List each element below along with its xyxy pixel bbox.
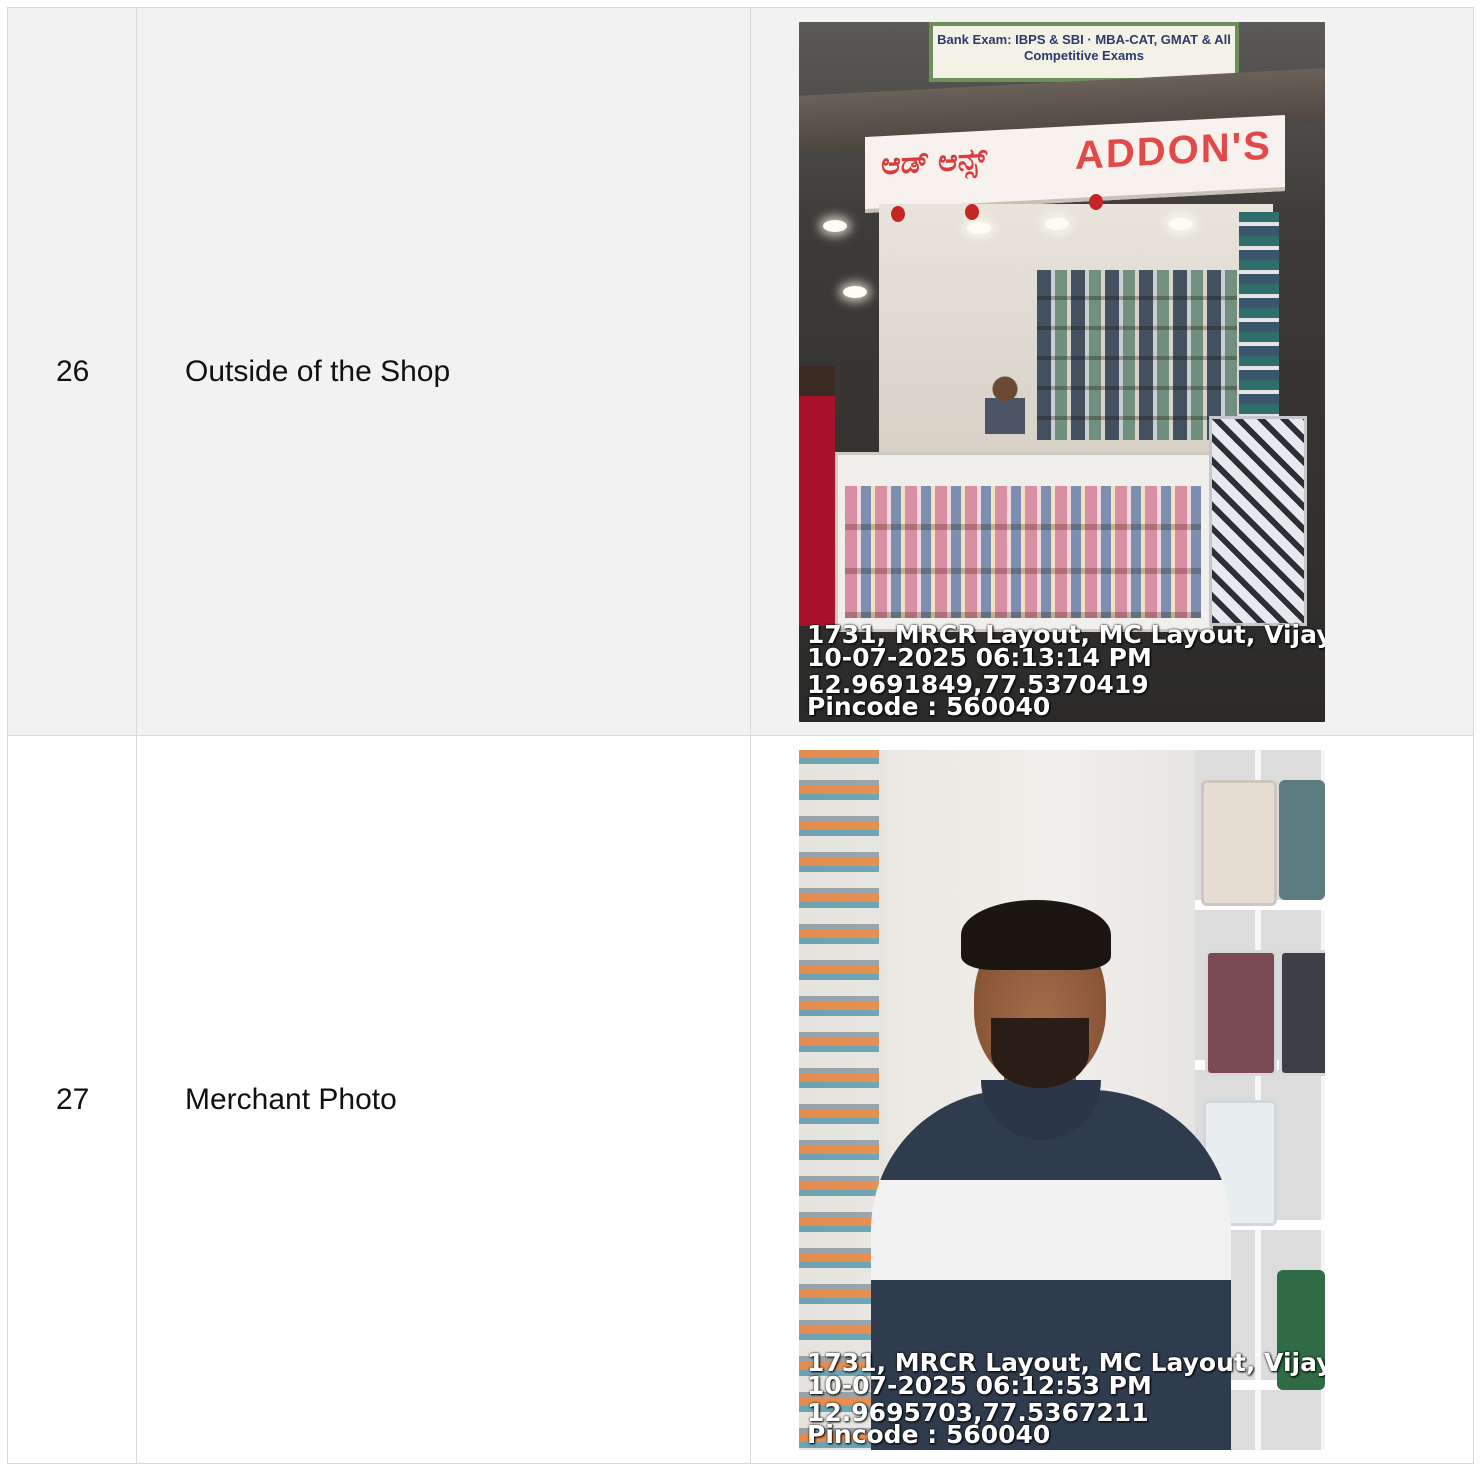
merchant-beard	[991, 1017, 1089, 1088]
sign-english-text: ADDON'S	[1075, 123, 1272, 178]
phone-case-pack	[1205, 949, 1277, 1076]
counter-phone-cases	[845, 485, 1201, 618]
phone-case-rack	[1037, 269, 1237, 440]
shopkeeper-figure	[985, 373, 1025, 434]
phone-case-pack	[1279, 949, 1325, 1076]
photo-cell: Bank Exam: IBPS & SBI · MBA-CAT, GMAT & …	[750, 7, 1474, 736]
customer-figure	[799, 365, 835, 626]
photo-report-table: 26 Outside of the Shop Bank Exam: IBPS &…	[7, 7, 1474, 1464]
coaching-banner: Bank Exam: IBPS & SBI · MBA-CAT, GMAT & …	[929, 21, 1239, 82]
phone-case-pack	[1279, 779, 1325, 900]
merchant-hair	[961, 899, 1111, 970]
ceiling-lamp	[967, 221, 991, 234]
table-row: 27 Merchant Photo 1731, MRCR Layout, MC …	[7, 735, 1474, 1464]
geotag-overlay: 1731, MRCR Layout, MC Layout, Vijayanaga…	[807, 1350, 1325, 1447]
red-lantern	[965, 203, 979, 220]
table-row: 26 Outside of the Shop Bank Exam: IBPS &…	[7, 7, 1474, 736]
phone-case-pack	[1201, 779, 1277, 906]
ceiling-lamp	[1045, 217, 1069, 230]
left-shelf	[799, 749, 879, 1450]
photo-cell: 1731, MRCR Layout, MC Layout, Vijayanaga…	[750, 735, 1474, 1464]
red-lantern	[891, 205, 905, 222]
ceiling-lamp	[823, 219, 847, 232]
merchant-photo: 1731, MRCR Layout, MC Layout, Vijayanaga…	[799, 749, 1325, 1450]
row-label: Outside of the Shop	[136, 7, 751, 736]
shop-front-photo: Bank Exam: IBPS & SBI · MBA-CAT, GMAT & …	[799, 21, 1325, 722]
accessory-display-board	[1209, 415, 1307, 626]
row-label: Merchant Photo	[136, 735, 751, 1464]
sign-kannada-text: ಆಡ್ ಆನ್ಸ್	[881, 142, 988, 181]
geotag-overlay: 1731, MRCR Layout, MC Layout, Vijayanaga…	[807, 622, 1325, 719]
ceiling-lamp	[1169, 217, 1193, 230]
side-rack	[1239, 211, 1279, 442]
row-number: 26	[7, 7, 137, 736]
geotag-datetime: 10-07-2025 06:13:14 PM	[807, 642, 1152, 672]
red-lantern	[1089, 193, 1103, 210]
geotag-datetime: 10-07-2025 06:12:53 PM	[807, 1370, 1152, 1400]
ceiling-lamp	[843, 285, 867, 298]
row-number: 27	[7, 735, 137, 1464]
